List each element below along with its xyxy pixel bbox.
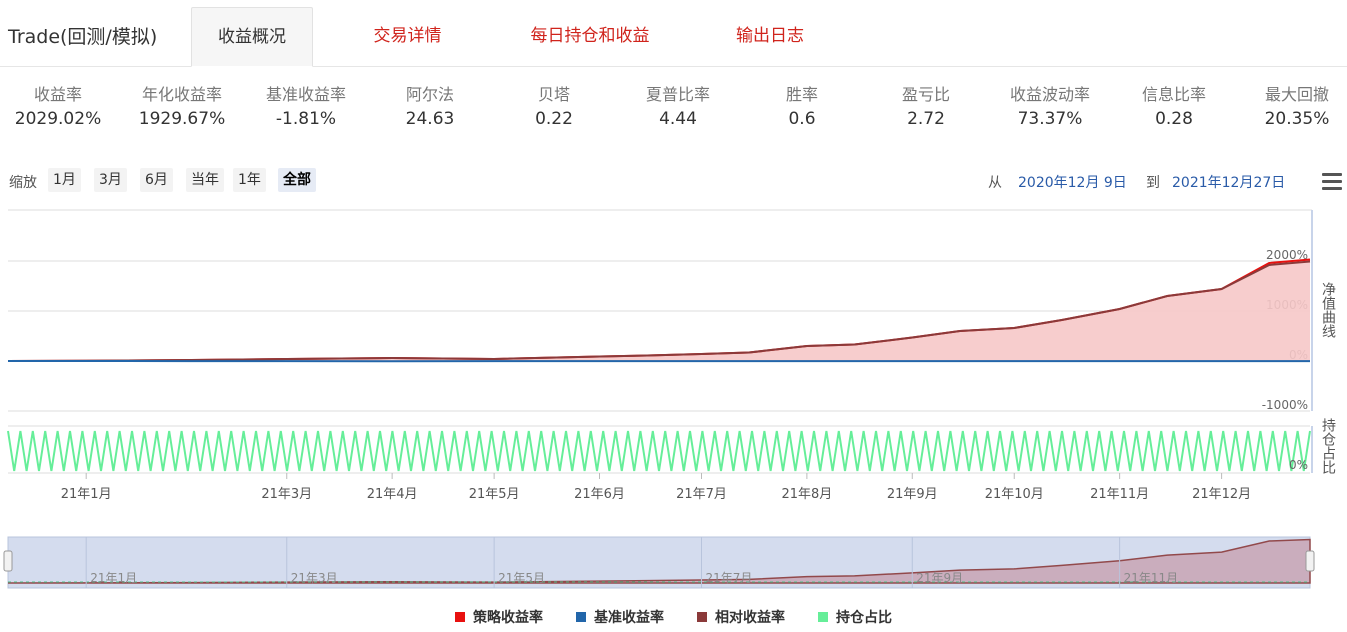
legend-strategy-return[interactable]: 策略收益率 [455,607,543,627]
metric-alpha: 阿尔法 24.63 [375,84,485,132]
navigator-tick-label: 21年11月 [1124,571,1179,585]
range-to-input[interactable]: 2021年12月27日 [1172,172,1285,192]
zoom-toolbar: 缩放 1月 3月 6月 当年 1年 全部 从 2020年12月 9日 到 202… [0,166,1347,196]
legend-swatch [576,612,586,622]
metric-value: 0.28 [1155,109,1193,129]
legend-label: 策略收益率 [473,610,543,626]
tab-revenue-overview[interactable]: 收益概况 [191,7,313,67]
x-tick-label: 21年6月 [574,487,625,502]
metric-max-drawdown: 最大回撤 20.35% [1242,84,1347,132]
metric-volatility: 收益波动率 73.37% [995,84,1105,132]
range-from-input[interactable]: 2020年12月 9日 [1018,172,1127,192]
metric-value: 0.6 [788,109,816,129]
tab-output-log[interactable]: 输出日志 [715,7,825,65]
metric-value: 4.44 [659,109,697,129]
range-to-label: 到 [1146,175,1160,191]
metric-label: 信息比率 [1141,85,1206,104]
position-ratio-line [7,430,1311,472]
x-tick-label: 21年11月 [1090,487,1149,502]
zoom-6-month-button[interactable]: 6月 [140,168,173,192]
legend-position-ratio[interactable]: 持仓占比 [818,607,892,627]
metric-benchmark-return: 基准收益率 -1.81% [251,84,361,132]
metric-return: 收益率 2029.02% [3,84,113,132]
metric-label: 胜率 [785,85,818,104]
hamburger-menu-icon[interactable] [1322,173,1342,191]
chart-legend: 策略收益率 基准收益率 相对收益率 持仓占比 [0,605,1347,627]
metric-label: 基准收益率 [265,85,346,104]
x-tick-label: 21年3月 [261,487,312,502]
x-tick-label: 21年4月 [367,487,418,502]
net-value-chart[interactable]: 2000%1000%0%-1000%净值曲线0%持仓占比21年1月21年3月21… [0,200,1347,600]
metric-sharpe: 夏普比率 4.44 [623,84,733,132]
legend-label: 基准收益率 [594,610,664,626]
range-from-label: 从 [988,175,1002,191]
metric-label: 夏普比率 [645,85,710,104]
zoom-label: 缩放 [9,175,37,191]
legend-benchmark-return[interactable]: 基准收益率 [576,607,664,627]
navigator-tick-label: 21年3月 [291,571,338,585]
y-tick-label: 0% [1289,458,1308,472]
navigator-tick-label: 21年5月 [498,571,545,585]
x-tick-label: 21年5月 [469,487,520,502]
x-tick-label: 21年1月 [61,487,112,502]
metric-beta: 贝塔 0.22 [499,84,609,132]
zoom-ytd-button[interactable]: 当年 [186,168,224,192]
x-tick-label: 21年7月 [676,487,727,502]
tab-trade-details[interactable]: 交易详情 [340,7,475,65]
app-title: Trade(回测/模拟) [8,26,158,48]
metric-value: 2.72 [907,109,945,129]
zoom-all-button[interactable]: 全部 [278,168,316,192]
metrics-row: 收益率 2029.02% 年化收益率 1929.67% 基准收益率 -1.81%… [0,84,1347,140]
x-tick-label: 21年9月 [887,487,938,502]
metric-label: 阿尔法 [405,85,454,104]
metric-label: 贝塔 [537,85,570,104]
y-tick-label: -1000% [1262,398,1308,412]
legend-swatch [697,612,707,622]
y-axis-title: 净值曲线 [1320,282,1336,338]
metric-value: 0.22 [535,109,573,129]
metric-label: 收益率 [33,85,82,104]
zoom-1-year-button[interactable]: 1年 [233,168,266,192]
metric-value: 1929.67% [138,109,226,129]
zoom-3-month-button[interactable]: 3月 [94,168,127,192]
metric-label: 收益波动率 [1009,85,1090,104]
metric-information-ratio: 信息比率 0.28 [1119,84,1229,132]
metric-value: 73.37% [1017,109,1083,129]
legend-swatch [818,612,828,622]
legend-label: 持仓占比 [836,610,892,626]
metric-value: -1.81% [275,109,337,129]
tab-bar: Trade(回测/模拟) 收益概况 交易详情 每日持仓和收益 输出日志 [0,0,1347,67]
navigator-tick-label: 21年7月 [705,571,752,585]
metric-value: 2029.02% [14,109,102,129]
legend-relative-return[interactable]: 相对收益率 [697,607,785,627]
x-tick-label: 21年8月 [781,487,832,502]
y-axis-title: 持仓占比 [1320,418,1336,474]
metric-label: 年化收益率 [141,85,222,104]
tab-daily-positions[interactable]: 每日持仓和收益 [510,7,670,65]
metric-annual-return: 年化收益率 1929.67% [127,84,237,132]
legend-swatch [455,612,465,622]
metric-label: 最大回撤 [1264,85,1329,104]
metric-label: 盈亏比 [901,85,950,104]
x-tick-label: 21年12月 [1192,487,1251,502]
navigator-left-handle[interactable] [3,550,13,572]
metric-profit-loss-ratio: 盈亏比 2.72 [871,84,981,132]
zoom-1-month-button[interactable]: 1月 [48,168,81,192]
metric-value: 20.35% [1264,109,1330,129]
metric-value: 24.63 [405,109,455,129]
navigator-tick-label: 21年9月 [916,571,963,585]
legend-label: 相对收益率 [715,610,785,626]
x-tick-label: 21年10月 [985,487,1044,502]
navigator-right-handle[interactable] [1305,550,1315,572]
navigator-tick-label: 21年1月 [90,571,137,585]
metric-win-rate: 胜率 0.6 [747,84,857,132]
